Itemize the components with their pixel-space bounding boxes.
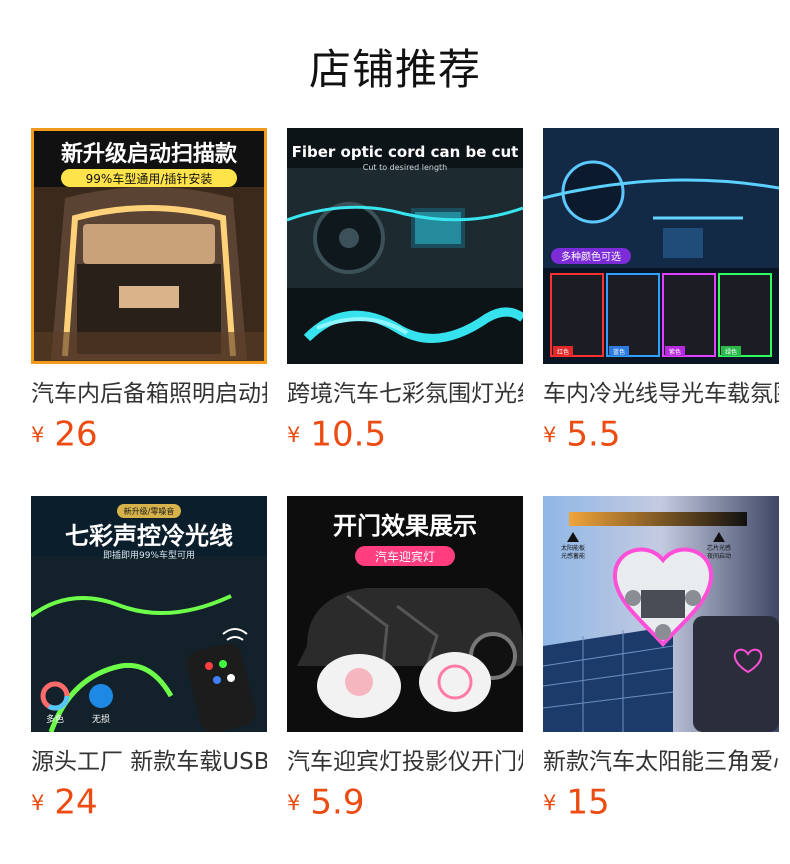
product-name[interactable]: 汽车迎宾灯投影仪开门灯 — [287, 745, 523, 779]
product-name[interactable]: 汽车内后备箱照明启动扫描灯 — [31, 377, 267, 411]
product-name[interactable]: 源头工厂 新款车载USB冷光线 — [31, 745, 267, 779]
feature-label-2: 无损 — [92, 713, 110, 725]
image-subline: 即插即用99%车型可用 — [103, 549, 195, 561]
swatch-label: 绿色 — [725, 348, 737, 356]
currency-symbol: ¥ — [31, 790, 45, 815]
price-value: 24 — [54, 782, 98, 823]
image-label: 光感蓄能 — [561, 552, 585, 560]
feature-label-1: 多色 — [46, 713, 64, 725]
product-image[interactable]: 太阳能板 光感蓄能 芯片光感 夜间启动 — [543, 496, 779, 732]
product-image[interactable]: 新升级/零噪音 七彩声控冷光线 即插即用99%车型可用 多色 无损 — [31, 496, 267, 732]
swatch-label: 红色 — [557, 348, 569, 356]
currency-symbol: ¥ — [287, 790, 301, 815]
image-label: 夜间启动 — [707, 552, 731, 560]
image-headline: 新升级启动扫描款 — [61, 141, 238, 167]
image-subline: 99%车型通用/插针安装 — [86, 171, 213, 186]
product-price: ¥5.9 — [287, 782, 365, 823]
price-value: 5.9 — [310, 782, 365, 823]
product-name[interactable]: 新款汽车太阳能三角爱心氛围灯 — [543, 745, 779, 779]
currency-symbol: ¥ — [31, 422, 45, 447]
price-value: 5.5 — [566, 414, 621, 455]
product-price: ¥5.5 — [543, 414, 621, 455]
image-label: 太阳能板 — [561, 544, 585, 552]
swatch-label: 蓝色 — [613, 348, 625, 356]
product-name[interactable]: 跨境汽车七彩氛围灯光纤 — [287, 377, 523, 411]
image-tag: 新升级/零噪音 — [124, 506, 175, 516]
product-price: ¥24 — [31, 782, 98, 823]
price-value: 15 — [566, 782, 610, 823]
product-name[interactable]: 车内冷光线导光车载氛围灯 — [543, 377, 779, 411]
image-label: 芯片光感 — [707, 544, 731, 552]
currency-symbol: ¥ — [543, 422, 557, 447]
image-headline: 七彩声控冷光线 — [65, 522, 233, 550]
price-value: 10.5 — [310, 414, 387, 455]
section-title: 店铺推荐 — [308, 45, 481, 94]
image-badge: 多种颜色可选 — [561, 250, 621, 263]
image-headline: 开门效果展示 — [333, 512, 477, 540]
product-image[interactable]: 新升级启动扫描款 99%车型通用/插针安装 — [31, 128, 267, 364]
price-value: 26 — [54, 414, 98, 455]
image-badge: 汽车迎宾灯 — [375, 549, 435, 564]
currency-symbol: ¥ — [543, 790, 557, 815]
image-headline: Fiber optic cord can be cut — [292, 143, 519, 161]
product-price: ¥15 — [543, 782, 610, 823]
product-image[interactable]: Fiber optic cord can be cut Cut to desir… — [287, 128, 523, 364]
swatch-label: 紫色 — [669, 348, 681, 356]
product-image[interactable]: 开门效果展示 汽车迎宾灯 — [287, 496, 523, 732]
product-image[interactable]: 多种颜色可选 红色 蓝色 紫色 绿色 — [543, 128, 779, 364]
product-price: ¥26 — [31, 414, 98, 455]
image-subline: Cut to desired length — [363, 163, 447, 172]
currency-symbol: ¥ — [287, 422, 301, 447]
product-price: ¥10.5 — [287, 414, 387, 455]
